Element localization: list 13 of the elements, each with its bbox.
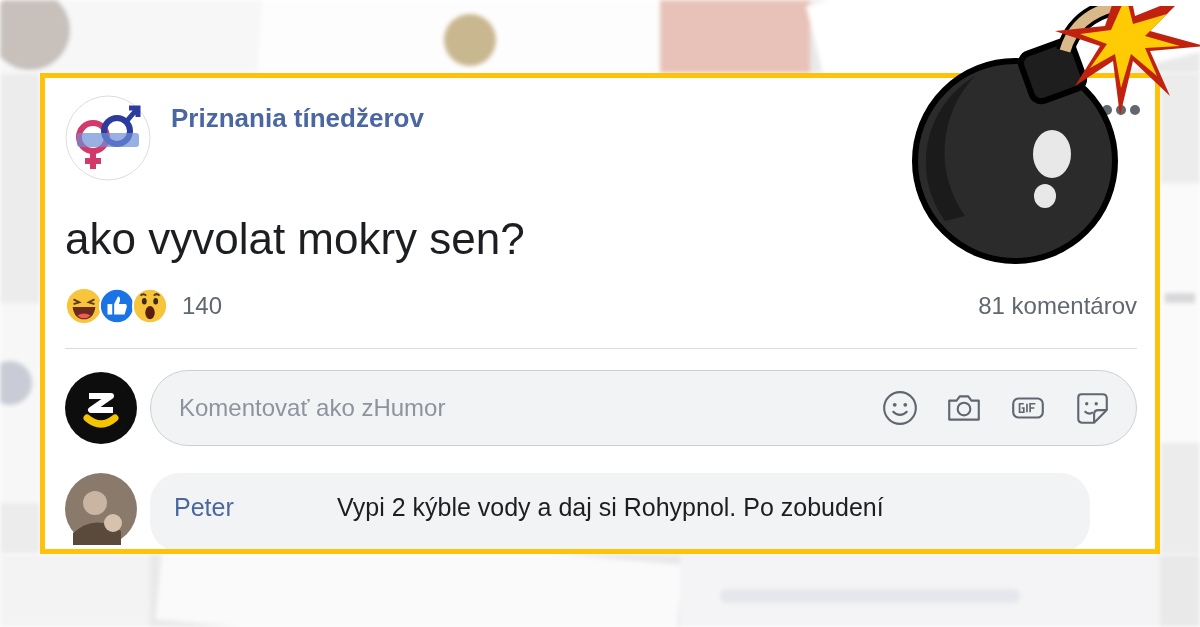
wow-emoji-icon[interactable]: [131, 287, 169, 325]
like-icon[interactable]: [98, 287, 136, 325]
haha-emoji-icon[interactable]: [65, 287, 103, 325]
comment-field[interactable]: Komentovať ako zHumor: [150, 370, 1137, 446]
smiley-icon[interactable]: [881, 389, 919, 427]
comment-author[interactable]: Peter: [174, 493, 337, 522]
reaction-count[interactable]: 140: [182, 292, 223, 320]
user-avatar: [65, 372, 137, 444]
comment-count[interactable]: 81 komentárov: [978, 292, 1137, 320]
comment-text: Vypi 2 kýble vody a daj si Rohypnol. Po zobudení: [337, 493, 884, 522]
post-text: ako vyvolat mokry sen?: [65, 213, 526, 265]
page-name[interactable]: Priznania tínedžerov: [171, 103, 424, 134]
commenter-avatar: [65, 473, 137, 545]
